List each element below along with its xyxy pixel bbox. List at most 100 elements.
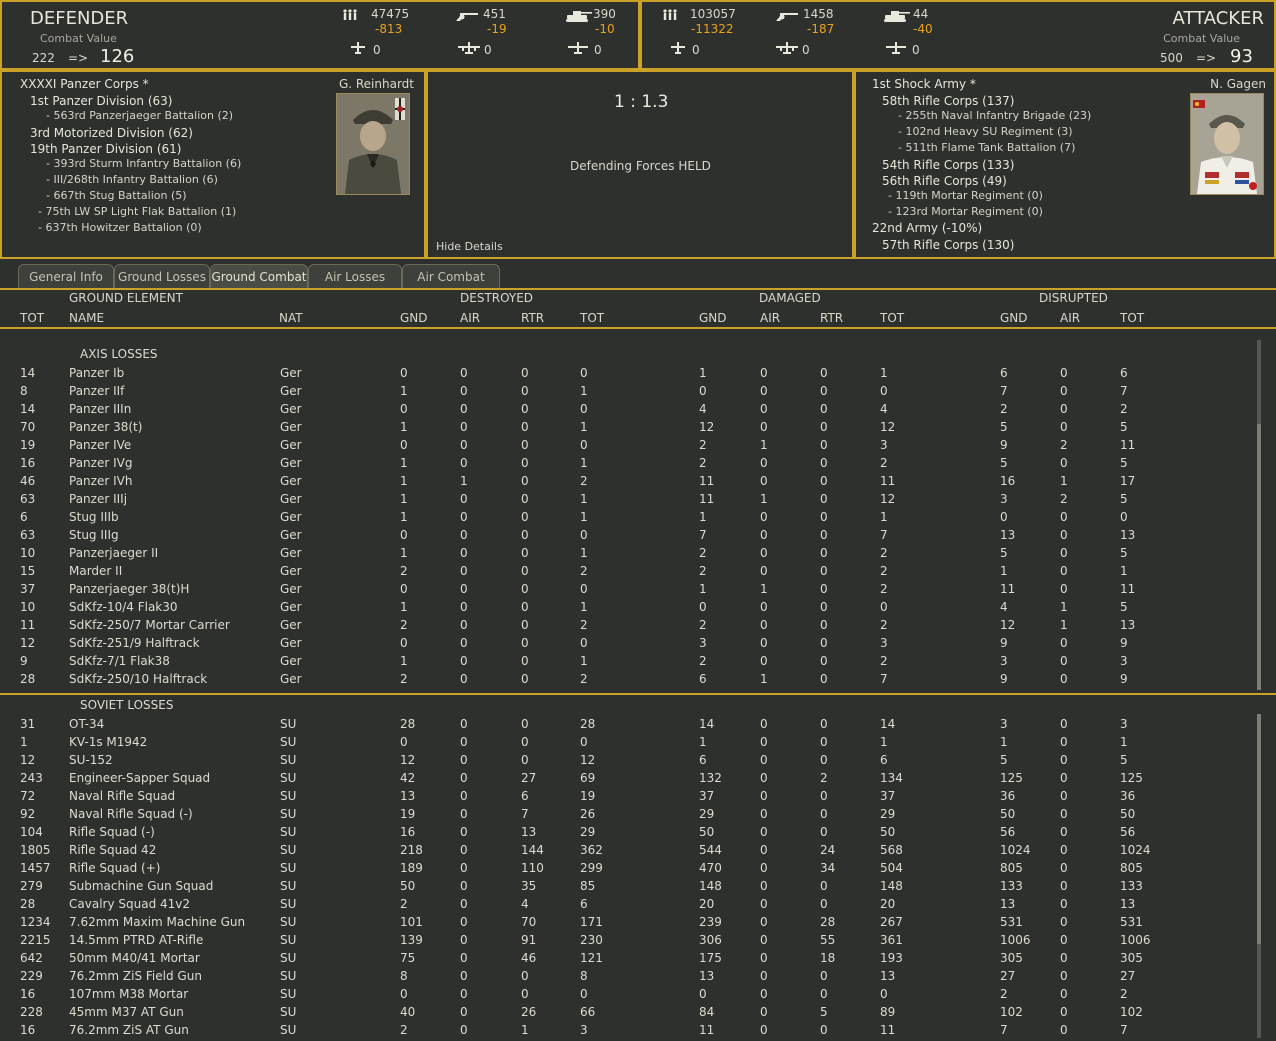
- hide-details-link[interactable]: Hide Details: [436, 240, 503, 253]
- table-cell: 2: [400, 618, 408, 632]
- unit-entry[interactable]: - 563rd Panzerjaeger Battalion (2): [46, 109, 233, 122]
- tab-air-combat[interactable]: Air Combat: [402, 264, 500, 288]
- tab-ground-losses[interactable]: Ground Losses: [114, 264, 210, 288]
- unit-entry[interactable]: - 123rd Mortar Regiment (0): [888, 205, 1043, 218]
- column-header[interactable]: GND: [1000, 311, 1028, 325]
- table-row[interactable]: 228 45mm M37 AT Gun SU 40 0 26 66 84 0 5 89 102 0 102: [0, 1005, 1256, 1023]
- table-row[interactable]: 70 Panzer 38(t) Ger 1 0 0 1 12 0 0 12 5 0 5: [0, 420, 1256, 438]
- unit-entry[interactable]: 1st Panzer Division (63): [30, 94, 172, 108]
- table-row[interactable]: 104 Rifle Squad (-) SU 16 0 13 29 50 0 0 50 56 0 56: [0, 825, 1256, 843]
- axis-scroll-thumb[interactable]: [1257, 424, 1261, 690]
- table-row[interactable]: 16 107mm M38 Mortar SU 0 0 0 0 0 0 0 0 2 0 2: [0, 987, 1256, 1005]
- table-row[interactable]: 46 Panzer IVh Ger 1 1 0 2 11 0 0 11 16 1 17: [0, 474, 1256, 492]
- table-cell: 362: [580, 843, 603, 857]
- table-cell: 19: [20, 438, 36, 452]
- unit-entry[interactable]: XXXXI Panzer Corps *: [20, 77, 149, 91]
- unit-entry[interactable]: - 511th Flame Tank Battalion (7): [898, 141, 1075, 154]
- column-header[interactable]: NAME: [69, 311, 104, 325]
- table-row[interactable]: 642 50mm M40/41 Mortar SU 75 0 46 121 175 0 18 193…: [0, 951, 1256, 969]
- table-row[interactable]: 16 Panzer IVg Ger 1 0 0 1 2 0 0 2 5 0 5: [0, 456, 1256, 474]
- column-header[interactable]: GND: [699, 311, 727, 325]
- table-row[interactable]: 6 Stug IIIb Ger 1 0 0 1 1 0 0 1 0 0 0: [0, 510, 1256, 528]
- table-row[interactable]: 1234 7.62mm Maxim Machine Gun SU 101 0 70 171 2…: [0, 915, 1256, 933]
- unit-entry[interactable]: - 119th Mortar Regiment (0): [888, 189, 1043, 202]
- unit-entry[interactable]: - 667th Stug Battalion (5): [46, 189, 187, 202]
- table-row[interactable]: 31 OT-34 SU 28 0 0 28 14 0 0 14 3 0 3: [0, 717, 1256, 735]
- table-row[interactable]: 37 Panzerjaeger 38(t)H Ger 0 0 0 0 1 1 0 2 11 0 11: [0, 582, 1256, 600]
- unit-entry[interactable]: - 637th Howitzer Battalion (0): [38, 221, 202, 234]
- tab-air-losses[interactable]: Air Losses: [308, 264, 402, 288]
- table-row[interactable]: 28 Cavalry Squad 41v2 SU 2 0 4 6 20 0 0 20 13 0 13: [0, 897, 1256, 915]
- unit-entry[interactable]: 54th Rifle Corps (133): [882, 158, 1014, 172]
- tab-general-info[interactable]: General Info: [18, 264, 114, 288]
- table-row[interactable]: 19 Panzer IVe Ger 0 0 0 0 2 1 0 3 9 2 11: [0, 438, 1256, 456]
- column-header[interactable]: TOT: [880, 311, 904, 325]
- axis-scrollbar[interactable]: [1257, 340, 1261, 690]
- table-cell: 70: [20, 420, 36, 434]
- soviet-scrollbar[interactable]: [1257, 714, 1261, 1038]
- unit-entry[interactable]: 56th Rifle Corps (49): [882, 174, 1007, 188]
- defender-commander-portrait[interactable]: [336, 93, 410, 195]
- table-row[interactable]: 12 SdKfz-251/9 Halftrack Ger 0 0 0 0 3 0 0 3 9 0 9: [0, 636, 1256, 654]
- table-row[interactable]: 92 Naval Rifle Squad (-) SU 19 0 7 26 29 0 0 29 50 0…: [0, 807, 1256, 825]
- soviet-scroll-thumb[interactable]: [1257, 714, 1261, 944]
- table-cell: 0: [1060, 969, 1068, 983]
- unit-entry[interactable]: - 75th LW SP Light Flak Battalion (1): [38, 205, 236, 218]
- column-header[interactable]: TOT: [1120, 311, 1144, 325]
- table-row[interactable]: 1457 Rifle Squad (+) SU 189 0 110 299 470 0 34 504…: [0, 861, 1256, 879]
- unit-entry[interactable]: 57th Rifle Corps (130): [882, 238, 1014, 252]
- table-row[interactable]: 9 SdKfz-7/1 Flak38 Ger 1 0 0 1 2 0 0 2 3 0 3: [0, 654, 1256, 672]
- table-row[interactable]: 28 SdKfz-250/10 Halftrack Ger 2 0 0 2 6 1 0 7 9 0 9: [0, 672, 1256, 690]
- table-row[interactable]: 11 SdKfz-250/7 Mortar Carrier Ger 2 0 0 2 2 0 0 2 1…: [0, 618, 1256, 636]
- column-header[interactable]: TOT: [580, 311, 604, 325]
- table-row[interactable]: 10 Panzerjaeger II Ger 1 0 0 1 2 0 0 2 5 0 5: [0, 546, 1256, 564]
- table-cell: 14: [880, 717, 896, 731]
- table-cell: 2: [1120, 987, 1128, 1001]
- unit-entry[interactable]: 58th Rifle Corps (137): [882, 94, 1014, 108]
- table-cell: 35: [521, 879, 537, 893]
- column-header[interactable]: TOT: [20, 311, 44, 325]
- table-cell: 0: [460, 771, 468, 785]
- column-header[interactable]: NAT: [279, 311, 303, 325]
- unit-entry[interactable]: - 102nd Heavy SU Regiment (3): [898, 125, 1073, 138]
- table-row[interactable]: 1 KV-1s M1942 SU 0 0 0 0 1 0 0 1 1 0 1: [0, 735, 1256, 753]
- table-cell: SU: [280, 735, 297, 749]
- table-row[interactable]: 279 Submachine Gun Squad SU 50 0 35 85 148 0 0 148…: [0, 879, 1256, 897]
- infantry-icon: [342, 9, 358, 20]
- unit-entry[interactable]: 3rd Motorized Division (62): [30, 126, 193, 140]
- column-header[interactable]: RTR: [521, 311, 544, 325]
- unit-entry[interactable]: - 255th Naval Infantry Brigade (23): [898, 109, 1091, 122]
- table-cell: 1006: [1000, 933, 1031, 947]
- table-row[interactable]: 15 Marder II Ger 2 0 0 2 2 0 0 2 1 0 1: [0, 564, 1256, 582]
- column-header[interactable]: RTR: [820, 311, 843, 325]
- table-cell: 0: [460, 825, 468, 839]
- tab-ground-combat[interactable]: Ground Combat: [210, 264, 308, 288]
- unit-entry[interactable]: 22nd Army (-10%): [872, 221, 982, 235]
- table-cell: 20: [699, 897, 715, 911]
- table-row[interactable]: 10 SdKfz-10/4 Flak30 Ger 1 0 0 1 0 0 0 0 4 1 5: [0, 600, 1256, 618]
- column-header[interactable]: AIR: [460, 311, 480, 325]
- column-header[interactable]: GND: [400, 311, 428, 325]
- table-row[interactable]: 14 Panzer IIIn Ger 0 0 0 0 4 0 0 4 2 0 2: [0, 402, 1256, 420]
- table-row[interactable]: 63 Panzer IIIj Ger 1 0 0 1 11 1 0 12 3 2 5: [0, 492, 1256, 510]
- table-row[interactable]: 243 Engineer-Sapper Squad SU 42 0 27 69 132 0 2 13…: [0, 771, 1256, 789]
- table-row[interactable]: 16 76.2mm ZiS AT Gun SU 2 0 1 3 11 0 0 11 7 0 7: [0, 1023, 1256, 1041]
- column-header[interactable]: AIR: [1060, 311, 1080, 325]
- column-header[interactable]: AIR: [760, 311, 780, 325]
- unit-entry[interactable]: - 393rd Sturm Infantry Battalion (6): [46, 157, 241, 170]
- table-row[interactable]: 2215 14.5mm PTRD AT-Rifle SU 139 0 91 230 306 0 5…: [0, 933, 1256, 951]
- table-row[interactable]: 12 SU-152 SU 12 0 0 12 6 0 0 6 5 0 5: [0, 753, 1256, 771]
- unit-entry[interactable]: - III/268th Infantry Battalion (6): [46, 173, 218, 186]
- table-row[interactable]: 14 Panzer Ib Ger 0 0 0 0 1 0 0 1 6 0 6: [0, 366, 1256, 384]
- attacker-commander-portrait[interactable]: [1190, 93, 1264, 195]
- unit-entry[interactable]: 1st Shock Army *: [872, 77, 976, 91]
- defender-men-delta: -813: [375, 22, 403, 36]
- table-row[interactable]: 63 Stug IIIg Ger 0 0 0 0 7 0 0 7 13 0 13: [0, 528, 1256, 546]
- table-row[interactable]: 72 Naval Rifle Squad SU 13 0 6 19 37 0 0 37 36 0 36: [0, 789, 1256, 807]
- table-row[interactable]: 229 76.2mm ZiS Field Gun SU 8 0 0 8 13 0 0 13 27 0 27: [0, 969, 1256, 987]
- unit-entry[interactable]: 19th Panzer Division (61): [30, 142, 181, 156]
- table-cell: 1: [20, 735, 28, 749]
- table-row[interactable]: 8 Panzer IIf Ger 1 0 0 1 0 0 0 0 7 0 7: [0, 384, 1256, 402]
- table-row[interactable]: 1805 Rifle Squad 42 SU 218 0 144 362 544 0 24 568 1…: [0, 843, 1256, 861]
- table-cell: 10: [20, 600, 36, 614]
